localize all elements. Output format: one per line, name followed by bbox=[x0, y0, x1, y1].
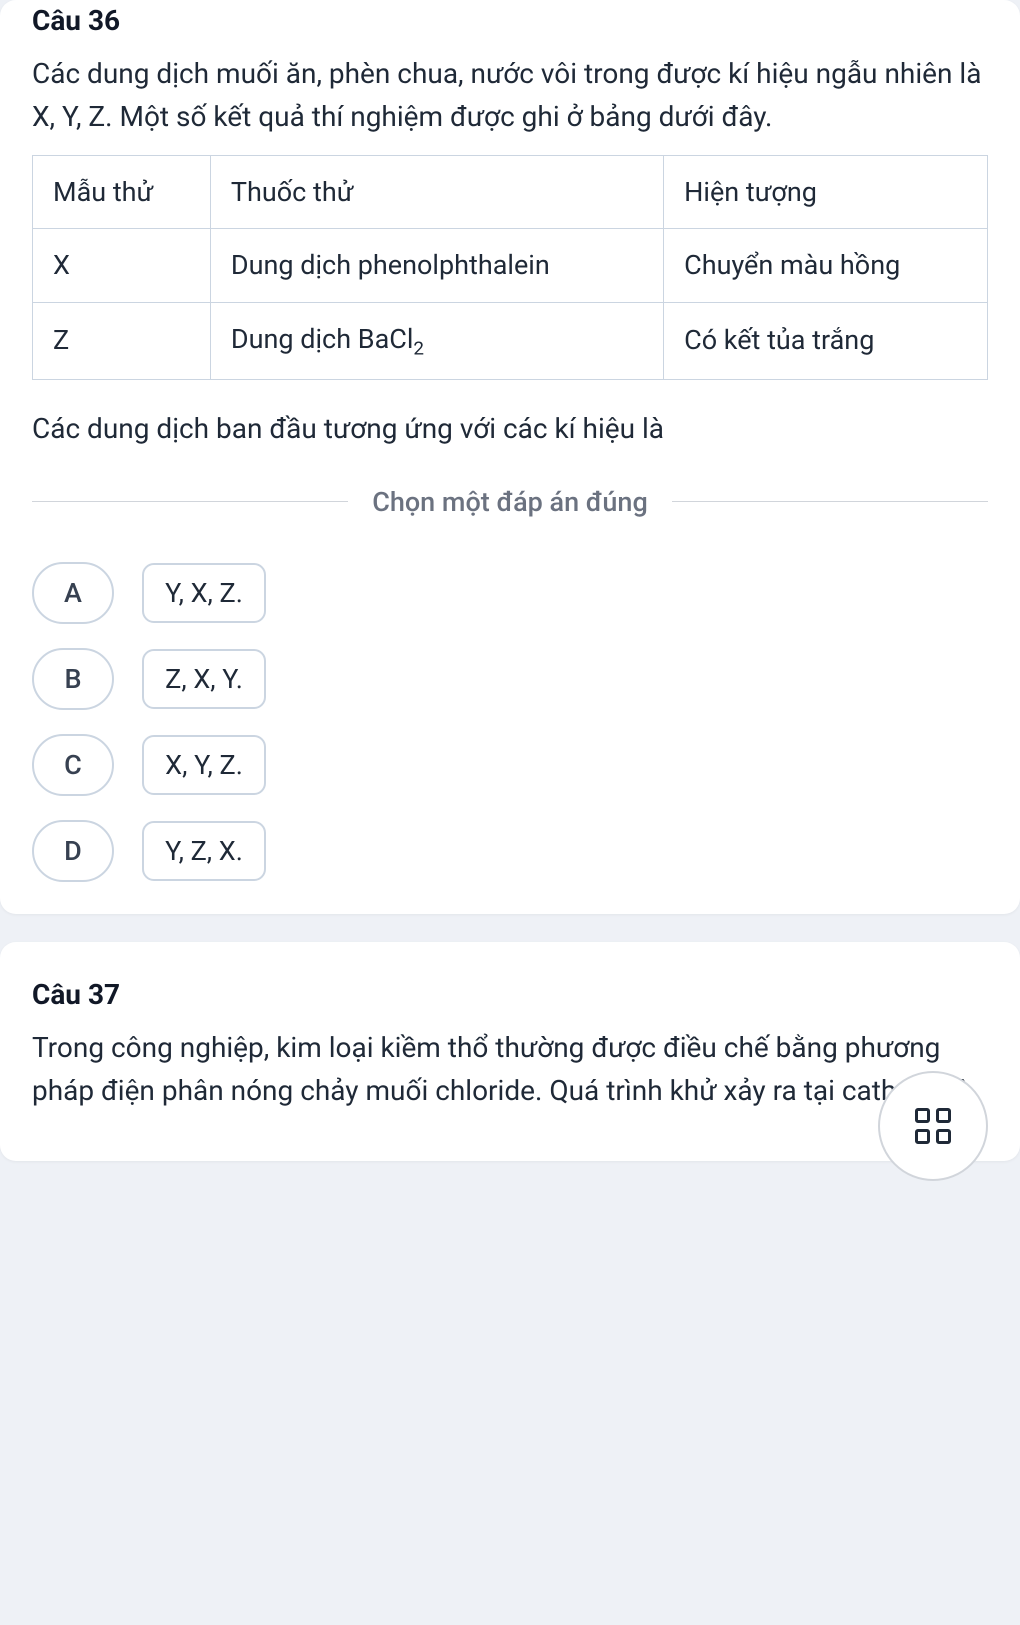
option-value: Y, X, Z. bbox=[142, 563, 266, 623]
divider-line-right bbox=[672, 501, 988, 502]
table-row: X Dung dịch phenolphthalein Chuyển màu h… bbox=[33, 229, 988, 303]
option-d[interactable]: D Y, Z, X. bbox=[32, 820, 988, 882]
question-37-text: Trong công nghiệp, kim loại kiềm thổ thư… bbox=[32, 1026, 988, 1113]
table-header-row: Mẫu thử Thuốc thử Hiện tượng bbox=[33, 155, 988, 229]
table-cell: Chuyển màu hồng bbox=[664, 229, 988, 303]
table-cell: X bbox=[33, 229, 211, 303]
table-cell: Dung dịch BaCl2 bbox=[210, 302, 663, 379]
options-list: A Y, X, Z. B Z, X, Y. C X, Y, Z. D Y, Z,… bbox=[32, 562, 988, 882]
question-37-title: Câu 37 bbox=[32, 974, 988, 1016]
option-letter: B bbox=[32, 648, 114, 710]
question-36-subtext: Các dung dịch ban đầu tương ứng với các … bbox=[32, 408, 988, 450]
bacl-subscript: 2 bbox=[413, 336, 424, 359]
question-36-card: Câu 36 Các dung dịch muối ăn, phèn chua,… bbox=[0, 0, 1020, 914]
table-cell: Z bbox=[33, 302, 211, 379]
option-b[interactable]: B Z, X, Y. bbox=[32, 648, 988, 710]
table-cell: Dung dịch phenolphthalein bbox=[210, 229, 663, 303]
option-value: Z, X, Y. bbox=[142, 649, 266, 709]
divider-line-left bbox=[32, 501, 348, 502]
option-a[interactable]: A Y, X, Z. bbox=[32, 562, 988, 624]
grid-menu-button[interactable] bbox=[878, 1071, 988, 1181]
option-letter: D bbox=[32, 820, 114, 882]
option-letter: C bbox=[32, 734, 114, 796]
divider-text: Chọn một đáp án đúng bbox=[348, 482, 672, 523]
bacl-text: Dung dịch BaCl bbox=[231, 323, 414, 355]
option-value: X, Y, Z. bbox=[142, 735, 266, 795]
question-37-card: Câu 37 Trong công nghiệp, kim loại kiềm … bbox=[0, 942, 1020, 1161]
grid-icon bbox=[915, 1108, 951, 1144]
option-value: Y, Z, X. bbox=[142, 821, 266, 881]
table-header-cell: Thuốc thử bbox=[210, 155, 663, 229]
table-cell: Có kết tủa trắng bbox=[664, 302, 988, 379]
table-header-cell: Hiện tượng bbox=[664, 155, 988, 229]
question-36-title: Câu 36 bbox=[32, 0, 988, 42]
question-36-text: Các dung dịch muối ăn, phèn chua, nước v… bbox=[32, 52, 988, 139]
option-letter: A bbox=[32, 562, 114, 624]
table-row: Z Dung dịch BaCl2 Có kết tủa trắng bbox=[33, 302, 988, 379]
answer-divider: Chọn một đáp án đúng bbox=[32, 482, 988, 523]
option-c[interactable]: C X, Y, Z. bbox=[32, 734, 988, 796]
experiment-table: Mẫu thử Thuốc thử Hiện tượng X Dung dịch… bbox=[32, 155, 988, 380]
table-header-cell: Mẫu thử bbox=[33, 155, 211, 229]
